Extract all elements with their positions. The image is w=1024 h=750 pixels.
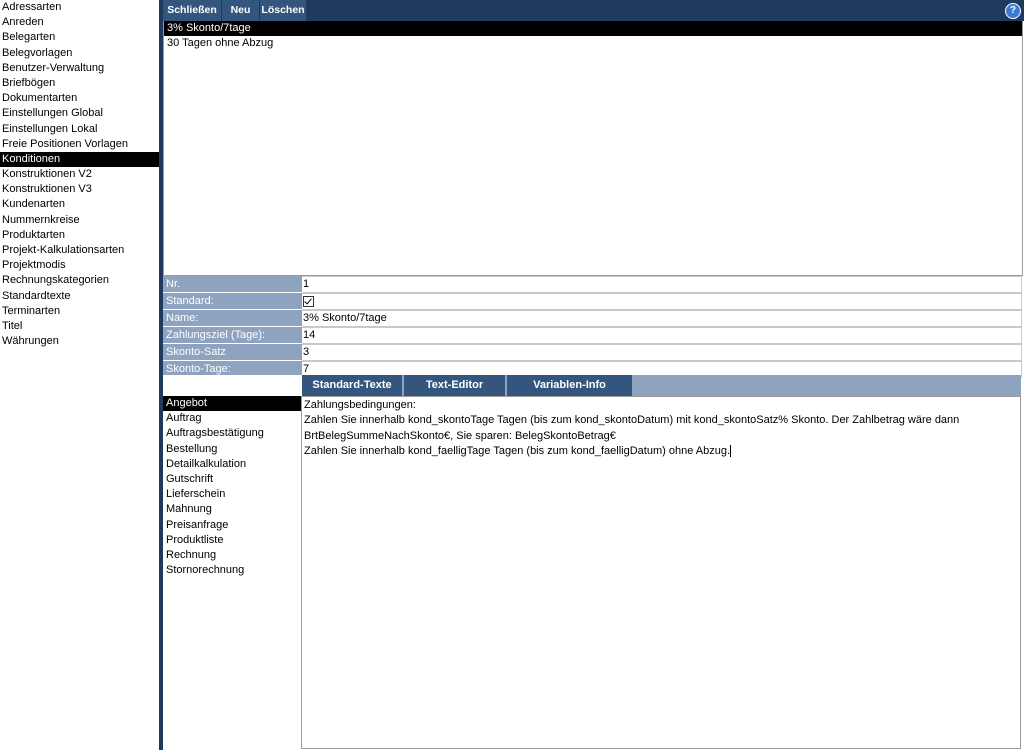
- nav-item-einstellungen-lokal[interactable]: Einstellungen Lokal: [0, 122, 159, 137]
- text-editor-area[interactable]: Zahlungsbedingungen: Zahlen Sie innerhal…: [301, 396, 1021, 749]
- nav-item-dokumentarten[interactable]: Dokumentarten: [0, 91, 159, 106]
- nav-item-briefboegen[interactable]: Briefbögen: [0, 76, 159, 91]
- nr-label: Nr.: [163, 276, 303, 292]
- doc-type-auftrag[interactable]: Auftrag: [163, 411, 301, 426]
- nav-item-waehrungen[interactable]: Währungen: [0, 334, 159, 349]
- name-label: Name:: [163, 310, 303, 326]
- nav-item-adressarten[interactable]: Adressarten: [0, 0, 159, 15]
- nav-item-belegvorlagen[interactable]: Belegvorlagen: [0, 46, 159, 61]
- nr-field[interactable]: 1: [302, 276, 1022, 293]
- nav-item-titel[interactable]: Titel: [0, 319, 159, 334]
- doc-type-produktliste[interactable]: Produktliste: [163, 533, 301, 548]
- text-line-last: Zahlen Sie innerhalb kond_faelligTage Ta…: [304, 444, 1018, 459]
- main-panel: Schließen Neu Löschen ? 3% Skonto/7tage …: [163, 0, 1024, 750]
- doc-type-detailkalkulation[interactable]: Detailkalkulation: [163, 457, 301, 472]
- text-line: BrtBelegSummeNachSkonto€, Sie sparen: Be…: [304, 429, 616, 442]
- doc-type-preisanfrage[interactable]: Preisanfrage: [163, 518, 301, 533]
- name-field[interactable]: 3% Skonto/7tage: [302, 310, 1022, 327]
- nav-item-nummernkreise[interactable]: Nummernkreise: [0, 213, 159, 228]
- discount-rate-field[interactable]: 3: [302, 344, 1022, 361]
- form-row-payment-term: Zahlungsziel (Tage): 14: [163, 327, 1024, 344]
- condition-form: Nr. 1 Standard: Name: 3% Skonto/7tage Za…: [163, 276, 1024, 378]
- nav-item-belegarten[interactable]: Belegarten: [0, 30, 159, 45]
- nav-item-standardtexte[interactable]: Standardtexte: [0, 289, 159, 304]
- settings-navigation: Adressarten Anreden Belegarten Belegvorl…: [0, 0, 159, 750]
- doc-type-mahnung[interactable]: Mahnung: [163, 502, 301, 517]
- help-container: ?: [1004, 0, 1024, 21]
- new-button[interactable]: Neu: [222, 0, 260, 21]
- delete-button[interactable]: Löschen: [260, 0, 307, 21]
- standard-field: [302, 293, 1022, 310]
- doc-type-auftragsbestaetigung[interactable]: Auftragsbestätigung: [163, 426, 301, 441]
- form-row-nr: Nr. 1: [163, 276, 1024, 293]
- list-item[interactable]: 30 Tagen ohne Abzug: [164, 36, 1022, 51]
- nav-item-freie-positionen-vorlagen[interactable]: Freie Positionen Vorlagen: [0, 137, 159, 152]
- doc-type-stornorechnung[interactable]: Stornorechnung: [163, 563, 301, 578]
- list-item[interactable]: 3% Skonto/7tage: [164, 21, 1022, 36]
- form-row-name: Name: 3% Skonto/7tage: [163, 310, 1024, 327]
- conditions-list[interactable]: 3% Skonto/7tage 30 Tagen ohne Abzug: [163, 21, 1023, 276]
- text-cursor: [730, 444, 732, 457]
- tab-variablen-info[interactable]: Variablen-Info: [507, 375, 634, 396]
- nav-item-projekt-kalkulationsarten[interactable]: Projekt-Kalkulationsarten: [0, 243, 159, 258]
- discount-rate-label: Skonto-Satz: [163, 344, 303, 360]
- text-line: Zahlen Sie innerhalb kond_skontoTage Tag…: [304, 414, 960, 427]
- doc-type-rechnung[interactable]: Rechnung: [163, 548, 301, 563]
- tab-standard-texte[interactable]: Standard-Texte: [302, 375, 404, 396]
- payment-term-field[interactable]: 14: [302, 327, 1022, 344]
- nav-item-terminarten[interactable]: Terminarten: [0, 304, 159, 319]
- nav-item-einstellungen-global[interactable]: Einstellungen Global: [0, 106, 159, 121]
- doc-type-gutschrift[interactable]: Gutschrift: [163, 472, 301, 487]
- payment-term-label: Zahlungsziel (Tage):: [163, 327, 303, 343]
- nav-item-benutzer-verwaltung[interactable]: Benutzer-Verwaltung: [0, 61, 159, 76]
- nav-item-rechnungskategorien[interactable]: Rechnungskategorien: [0, 273, 159, 288]
- standard-label: Standard:: [163, 293, 303, 309]
- nav-item-konstruktionen-v3[interactable]: Konstruktionen V3: [0, 182, 159, 197]
- doc-type-bestellung[interactable]: Bestellung: [163, 442, 301, 457]
- close-button[interactable]: Schließen: [163, 0, 222, 21]
- nav-item-produktarten[interactable]: Produktarten: [0, 228, 159, 243]
- text-line: Zahlen Sie innerhalb kond_faelligTage Ta…: [304, 444, 731, 457]
- nav-item-kundenarten[interactable]: Kundenarten: [0, 197, 159, 212]
- text-line: Zahlungsbedingungen:: [304, 399, 416, 411]
- nav-item-projektmodis[interactable]: Projektmodis: [0, 258, 159, 273]
- standard-checkbox[interactable]: [303, 296, 314, 307]
- nav-item-konstruktionen-v2[interactable]: Konstruktionen V2: [0, 167, 159, 182]
- toolbar: Schließen Neu Löschen ?: [163, 0, 1024, 21]
- doc-type-lieferschein[interactable]: Lieferschein: [163, 487, 301, 502]
- nav-item-anreden[interactable]: Anreden: [0, 15, 159, 30]
- tab-text-editor[interactable]: Text-Editor: [404, 375, 507, 396]
- tabrow-spacer: [163, 375, 302, 396]
- doc-type-angebot[interactable]: Angebot: [163, 396, 301, 412]
- document-type-list[interactable]: Angebot Auftrag Auftragsbestätigung Best…: [163, 396, 301, 750]
- help-icon[interactable]: ?: [1005, 3, 1021, 19]
- form-row-discount-rate: Skonto-Satz 3: [163, 344, 1024, 361]
- tab-bar: Standard-Texte Text-Editor Variablen-Inf…: [302, 375, 1021, 396]
- nav-item-konditionen[interactable]: Konditionen: [0, 151, 159, 168]
- form-row-standard: Standard:: [163, 293, 1024, 310]
